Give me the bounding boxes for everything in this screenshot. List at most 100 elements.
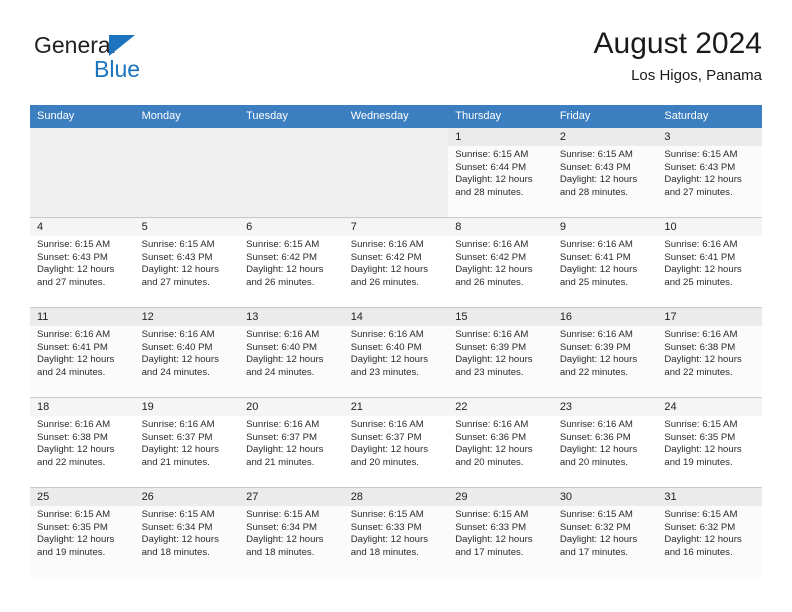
calendar-day-cell[interactable]: 31 Sunrise: 6:15 AM Sunset: 6:32 PM Dayligh… (657, 487, 762, 577)
daylight-duration-line1: Daylight: 12 hours (350, 534, 429, 546)
calendar-day-cell[interactable]: 16 Sunrise: 6:16 AM Sunset: 6:39 PM Dayligh… (552, 307, 658, 398)
sunset-time: Sunset: 6:33 PM (350, 521, 422, 533)
calendar-week-row: 1 Sunrise: 6:15 AM Sunset: 6:44 PM Daylight… (30, 128, 762, 218)
sunset-time: Sunset: 6:36 PM (559, 431, 631, 443)
daylight-duration-line1: Daylight: 12 hours (664, 264, 742, 276)
daylight-duration-line2: and 25 minutes. (664, 276, 733, 288)
calendar-day-cell[interactable]: 19 Sunrise: 6:16 AM Sunset: 6:37 PM Dayligh… (134, 397, 240, 488)
day-number: 15 (448, 308, 553, 326)
calendar-day-cell[interactable]: 18 Sunrise: 6:16 AM Sunset: 6:38 PM Dayligh… (30, 397, 135, 488)
calendar-day-cell[interactable]: 25 Sunrise: 6:15 AM Sunset: 6:35 PM Dayligh… (30, 487, 135, 577)
calendar-day-cell[interactable]: 27 Sunrise: 6:15 AM Sunset: 6:34 PM Dayligh… (239, 487, 344, 577)
calendar-day-cell[interactable]: 24 Sunrise: 6:15 AM Sunset: 6:35 PM Dayligh… (657, 397, 762, 488)
calendar-day-cell[interactable]: 12 Sunrise: 6:16 AM Sunset: 6:40 PM Dayligh… (134, 307, 240, 398)
day-number: 18 (30, 398, 135, 416)
calendar-day-cell[interactable]: 2 Sunrise: 6:15 AM Sunset: 6:43 PM Daylight… (552, 128, 658, 218)
sunset-time: Sunset: 6:39 PM (455, 341, 527, 353)
daylight-duration-line2: and 20 minutes. (350, 456, 419, 468)
daylight-duration-line1: Daylight: 12 hours (37, 264, 115, 276)
day-details: Sunrise: 6:16 AM Sunset: 6:38 PM Daylight:… (30, 416, 135, 469)
calendar-day-cell[interactable]: 9 Sunrise: 6:16 AM Sunset: 6:41 PM Daylight… (552, 217, 658, 308)
calendar-day-cell[interactable]: 22 Sunrise: 6:16 AM Sunset: 6:36 PM Dayligh… (448, 397, 553, 488)
sunset-time: Sunset: 6:37 PM (141, 431, 213, 443)
day-number: 29 (448, 488, 553, 506)
calendar-day-cell[interactable]: 20 Sunrise: 6:16 AM Sunset: 6:37 PM Dayligh… (239, 397, 344, 488)
sunrise-time: Sunrise: 6:15 AM (37, 239, 111, 250)
day-number: 9 (552, 218, 658, 236)
daylight-duration-line2: and 27 minutes. (37, 276, 106, 288)
sunset-time: Sunset: 6:34 PM (141, 521, 213, 533)
sunrise-time: Sunrise: 6:16 AM (559, 329, 633, 340)
calendar-day-cell[interactable]: 5 Sunrise: 6:15 AM Sunset: 6:43 PM Daylight… (134, 217, 240, 308)
day-number: 24 (657, 398, 762, 416)
calendar-day-cell[interactable]: 29 Sunrise: 6:15 AM Sunset: 6:33 PM Dayligh… (448, 487, 553, 577)
sunset-time: Sunset: 6:33 PM (455, 521, 527, 533)
calendar-day-cell[interactable]: 6 Sunrise: 6:15 AM Sunset: 6:42 PM Daylight… (239, 217, 344, 308)
calendar-day-cell-empty (134, 128, 240, 218)
sunrise-time: Sunrise: 6:16 AM (455, 419, 529, 430)
day-details: Sunrise: 6:16 AM Sunset: 6:37 PM Daylight:… (344, 416, 449, 469)
day-details: Sunrise: 6:16 AM Sunset: 6:41 PM Daylight:… (30, 326, 135, 379)
sunrise-time: Sunrise: 6:15 AM (141, 239, 215, 250)
daylight-duration-line2: and 17 minutes. (455, 546, 524, 558)
weekday-header-monday: Monday (134, 105, 240, 128)
sunrise-time: Sunrise: 6:16 AM (246, 419, 320, 430)
page-subtitle: Los Higos, Panama (631, 67, 762, 84)
calendar-day-cell[interactable]: 13 Sunrise: 6:16 AM Sunset: 6:40 PM Dayligh… (239, 307, 344, 398)
sunrise-time: Sunrise: 6:16 AM (141, 419, 215, 430)
calendar-day-cell[interactable]: 4 Sunrise: 6:15 AM Sunset: 6:43 PM Daylight… (30, 217, 135, 308)
sunrise-time: Sunrise: 6:15 AM (559, 509, 633, 520)
weekday-header-thursday: Thursday (448, 105, 553, 128)
day-number: 5 (134, 218, 240, 236)
day-details: Sunrise: 6:15 AM Sunset: 6:34 PM Daylight:… (239, 506, 344, 559)
day-details: Sunrise: 6:15 AM Sunset: 6:32 PM Daylight:… (553, 506, 658, 559)
daylight-duration-line1: Daylight: 12 hours (350, 354, 429, 366)
calendar-day-cell[interactable]: 14 Sunrise: 6:16 AM Sunset: 6:40 PM Dayligh… (343, 307, 449, 398)
calendar-day-cell[interactable]: 17 Sunrise: 6:16 AM Sunset: 6:38 PM Dayligh… (657, 307, 762, 398)
day-details: Sunrise: 6:15 AM Sunset: 6:43 PM Daylight:… (657, 146, 762, 199)
day-number: 22 (448, 398, 553, 416)
calendar-header-row: Sunday Monday Tuesday Wednesday Thursday… (30, 105, 762, 128)
sunrise-time: Sunrise: 6:16 AM (455, 239, 529, 250)
calendar-day-cell[interactable]: 30 Sunrise: 6:15 AM Sunset: 6:32 PM Dayligh… (552, 487, 658, 577)
day-number: 12 (134, 308, 240, 326)
calendar-body: 1 Sunrise: 6:15 AM Sunset: 6:44 PM Daylight… (30, 128, 762, 577)
page-header: General Blue August 2024 Los Higos, Pana… (30, 26, 762, 94)
daylight-duration-line1: Daylight: 12 hours (664, 444, 742, 456)
daylight-duration-line1: Daylight: 12 hours (246, 354, 324, 366)
day-details: Sunrise: 6:16 AM Sunset: 6:37 PM Daylight:… (239, 416, 344, 469)
calendar-day-cell[interactable]: 28 Sunrise: 6:15 AM Sunset: 6:33 PM Dayligh… (343, 487, 449, 577)
daylight-duration-line2: and 21 minutes. (246, 456, 315, 468)
calendar-day-cell[interactable]: 26 Sunrise: 6:15 AM Sunset: 6:34 PM Dayligh… (134, 487, 240, 577)
day-number: 13 (239, 308, 344, 326)
daylight-duration-line2: and 27 minutes. (664, 186, 733, 198)
calendar-day-cell[interactable]: 10 Sunrise: 6:16 AM Sunset: 6:41 PM Dayligh… (657, 217, 762, 308)
calendar-day-cell[interactable]: 3 Sunrise: 6:15 AM Sunset: 6:43 PM Daylight… (657, 128, 762, 218)
daylight-duration-line2: and 24 minutes. (141, 366, 210, 378)
page-title: August 2024 (593, 27, 762, 60)
sunset-time: Sunset: 6:41 PM (37, 341, 108, 353)
daylight-duration-line2: and 28 minutes. (559, 186, 629, 198)
day-details: Sunrise: 6:16 AM Sunset: 6:37 PM Daylight:… (135, 416, 240, 469)
day-details: Sunrise: 6:16 AM Sunset: 6:36 PM Daylight:… (553, 416, 658, 469)
calendar-day-cell[interactable]: 21 Sunrise: 6:16 AM Sunset: 6:37 PM Dayligh… (343, 397, 449, 488)
day-details: Sunrise: 6:16 AM Sunset: 6:42 PM Daylight:… (448, 236, 553, 289)
calendar-day-cell[interactable]: 23 Sunrise: 6:16 AM Sunset: 6:36 PM Dayligh… (552, 397, 658, 488)
sunset-time: Sunset: 6:38 PM (37, 431, 108, 443)
daylight-duration-line2: and 28 minutes. (455, 186, 524, 198)
calendar-day-cell[interactable]: 8 Sunrise: 6:16 AM Sunset: 6:42 PM Daylight… (448, 217, 553, 308)
daylight-duration-line1: Daylight: 12 hours (559, 354, 638, 366)
daylight-duration-line1: Daylight: 12 hours (455, 444, 533, 456)
brand-logo[interactable]: General Blue (34, 32, 264, 90)
daylight-duration-line2: and 22 minutes. (559, 366, 629, 378)
daylight-duration-line2: and 23 minutes. (350, 366, 419, 378)
calendar-day-cell[interactable]: 1 Sunrise: 6:15 AM Sunset: 6:44 PM Daylight… (448, 128, 553, 218)
sunrise-time: Sunrise: 6:15 AM (455, 509, 529, 520)
day-number: 6 (239, 218, 344, 236)
calendar-day-cell[interactable]: 11 Sunrise: 6:16 AM Sunset: 6:41 PM Dayligh… (30, 307, 135, 398)
sunset-time: Sunset: 6:41 PM (559, 251, 631, 263)
daylight-duration-line1: Daylight: 12 hours (455, 534, 533, 546)
sunset-time: Sunset: 6:44 PM (455, 161, 527, 173)
calendar-day-cell[interactable]: 7 Sunrise: 6:16 AM Sunset: 6:42 PM Daylight… (343, 217, 449, 308)
calendar-day-cell[interactable]: 15 Sunrise: 6:16 AM Sunset: 6:39 PM Dayligh… (448, 307, 553, 398)
